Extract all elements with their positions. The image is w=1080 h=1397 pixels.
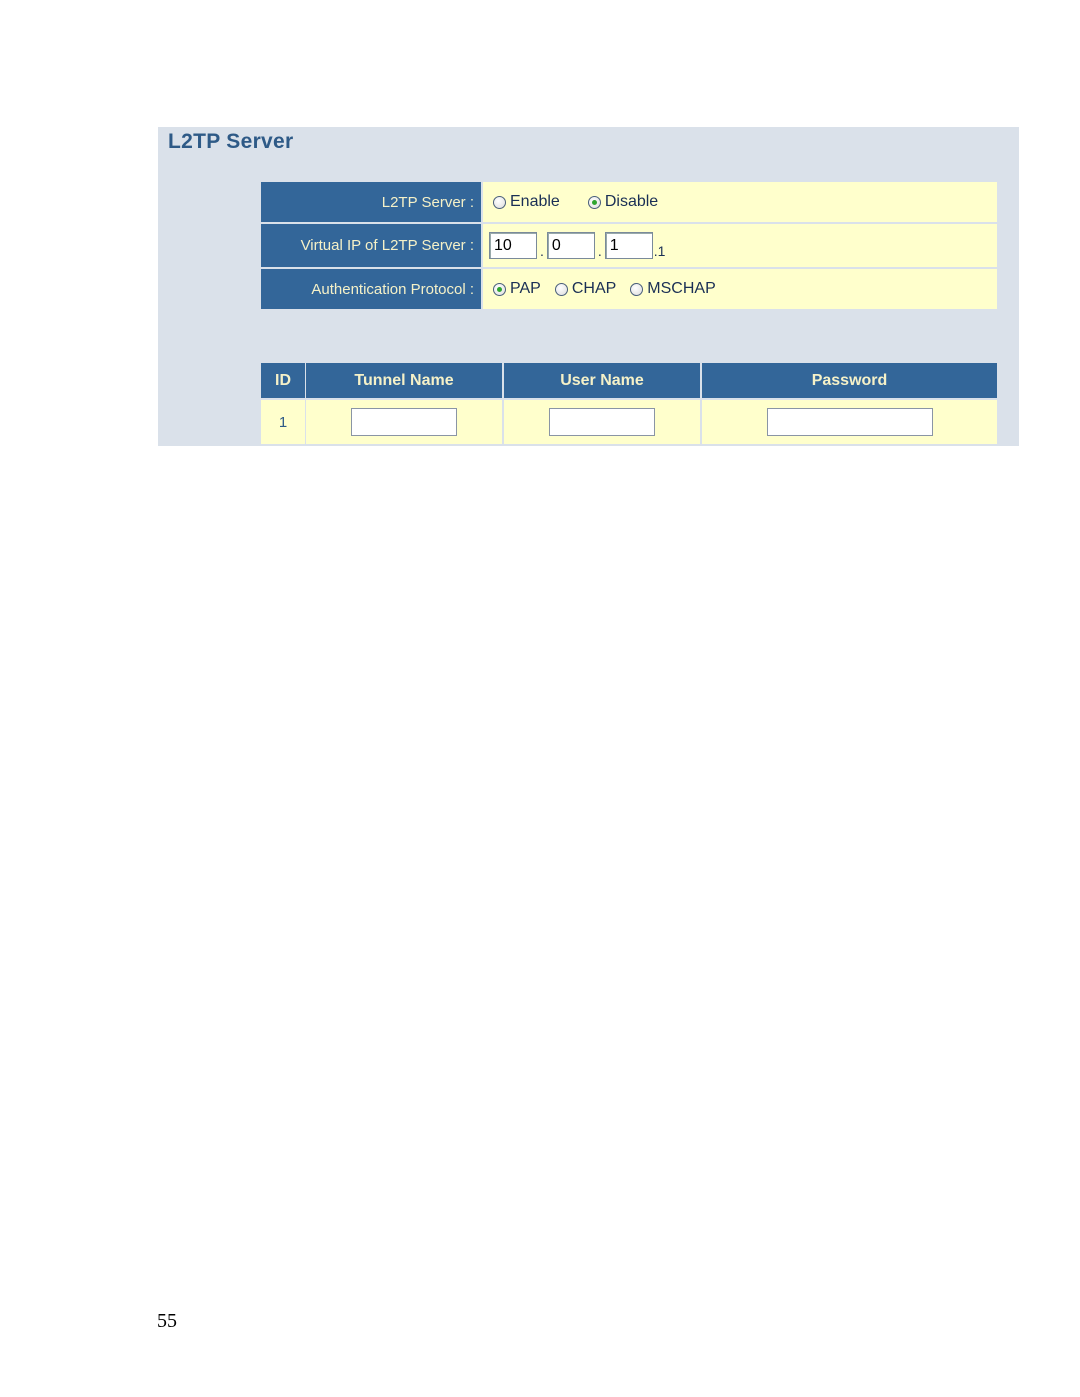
- enable-radio[interactable]: Enable: [493, 193, 560, 211]
- column-header-tunnel-name: Tunnel Name: [306, 363, 502, 398]
- auth-protocol-row: Authentication Protocol : PAP CHAP MSCHA…: [261, 269, 997, 309]
- auth-protocol-label: Authentication Protocol :: [261, 269, 481, 309]
- ip-separator: .: [597, 243, 602, 259]
- row-id-cell: 1: [261, 400, 305, 444]
- ip-octet-2-input[interactable]: [546, 232, 595, 259]
- virtual-ip-row: Virtual IP of L2TP Server : . . .1: [261, 224, 997, 267]
- column-header-password: Password: [702, 363, 997, 398]
- radio-unchecked-icon: [554, 282, 568, 296]
- mschap-radio-label: MSCHAP: [647, 280, 716, 297]
- radio-checked-icon: [493, 282, 506, 296]
- page-number: 55: [157, 1310, 177, 1332]
- ip-octet-3-input[interactable]: [604, 232, 653, 259]
- server-toggle-row: L2TP Server : Enable Disable: [261, 182, 997, 222]
- user-name-cell: [504, 400, 700, 444]
- chap-radio[interactable]: CHAP: [554, 280, 617, 298]
- ip-suffix: .1: [653, 243, 666, 259]
- l2tp-server-panel: L2TP Server L2TP Server : Enable Disable…: [158, 127, 1019, 446]
- password-input[interactable]: [766, 408, 933, 436]
- disable-radio[interactable]: Disable: [587, 193, 659, 211]
- tunnel-name-input[interactable]: [351, 408, 457, 436]
- virtual-ip-label: Virtual IP of L2TP Server :: [261, 224, 481, 267]
- column-header-id: ID: [261, 363, 305, 398]
- ip-octet-1-input[interactable]: [489, 232, 537, 259]
- server-toggle-label: L2TP Server :: [261, 182, 481, 222]
- column-header-user-name: User Name: [504, 363, 700, 398]
- mschap-radio[interactable]: MSCHAP: [630, 280, 716, 298]
- disable-radio-label: Disable: [604, 193, 659, 210]
- user-name-input[interactable]: [549, 408, 655, 436]
- chap-radio-label: CHAP: [571, 280, 617, 297]
- tunnel-name-cell: [306, 400, 502, 444]
- page-title: L2TP Server: [168, 130, 294, 153]
- radio-unchecked-icon: [493, 195, 506, 209]
- radio-unchecked-icon: [630, 282, 644, 296]
- radio-checked-icon: [587, 195, 601, 209]
- pap-radio-label: PAP: [510, 280, 541, 297]
- ip-separator: .: [540, 243, 544, 259]
- pap-radio[interactable]: PAP: [493, 280, 541, 298]
- enable-radio-label: Enable: [510, 193, 560, 210]
- password-cell: [702, 400, 997, 444]
